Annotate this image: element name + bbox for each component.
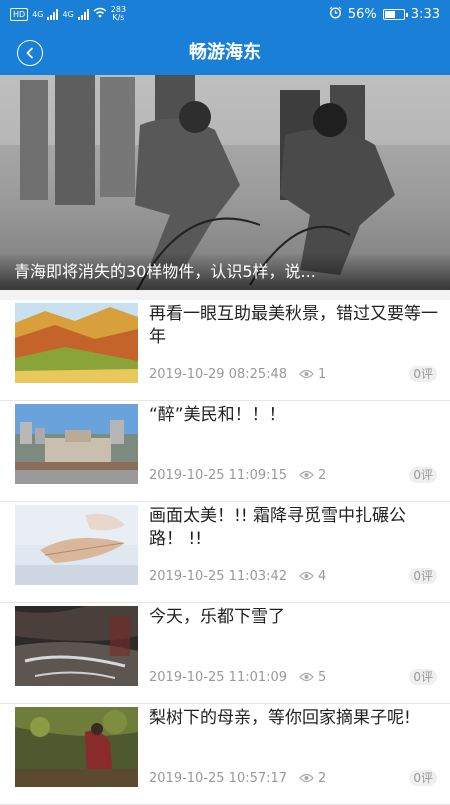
section-divider [0,290,450,300]
banner-caption: 青海即将消失的30样物件，认识5样，说... [14,262,316,281]
article-thumbnail [15,606,138,686]
signal-icon [47,8,59,20]
signal-icon [77,8,89,20]
article-meta: 2019-10-25 11:09:15 2 0评 [149,466,437,484]
view-count: 4 [318,568,327,584]
article-meta: 2019-10-25 10:57:17 2 0评 [149,769,437,787]
network-speed: 283 K/s [111,6,126,22]
status-bar-left: HD 4G 4G 283 K/s [10,6,126,22]
article-item[interactable]: 画面太美！!! 霜降寻觅雪中扎碾公路！ !! 2019-10-25 11:03:… [0,502,450,603]
article-views: 5 [299,670,326,685]
clock: 3:33 [410,7,440,22]
speed-unit: K/s [112,13,125,22]
battery-level [384,11,395,18]
view-count: 2 [318,770,327,786]
article-meta: 2019-10-29 08:25:48 1 0评 [149,365,437,383]
article-item[interactable]: 今天，乐都下雪了 2019-10-25 11:01:09 5 0评 [0,603,450,704]
article-date: 2019-10-25 11:01:09 [149,669,288,685]
eye-icon [299,773,314,783]
article-title: 画面太美！!! 霜降寻觅雪中扎碾公路！ !! [149,506,407,549]
article-meta: 2019-10-25 11:01:09 5 0评 [149,668,437,686]
article-thumbnail [15,404,138,484]
page-title: 畅游海东 [189,42,261,63]
article-title: “醉”美民和！！！ [149,405,286,425]
article-title: 梨树下的母亲，等你回家摘果子呢! [149,708,411,728]
network-type-label: 4G [32,9,44,19]
network-type-label: 4G [62,9,74,19]
article-item[interactable]: 再看一眼互助最美秋景，错过又要等一年 2019-10-29 08:25:48 1… [0,300,450,401]
battery-icon [382,9,408,20]
nav-bar: 畅游海东 [0,30,450,75]
article-list: 再看一眼互助最美秋景，错过又要等一年 2019-10-29 08:25:48 1… [0,300,450,805]
chevron-left-icon [26,47,33,59]
status-bar-right: 56% 3:33 [329,6,440,23]
eye-icon [299,470,314,480]
banner-caption-overlay: 青海即将消失的30样物件，认识5样，说... [0,252,450,290]
article-item[interactable]: 梨树下的母亲，等你回家摘果子呢! 2019-10-25 10:57:17 2 0… [0,704,450,805]
article-date: 2019-10-29 08:25:48 [149,366,288,382]
view-count: 1 [318,366,327,382]
featured-banner[interactable]: 青海即将消失的30样物件，认识5样，说... [0,75,450,290]
article-thumbnail [15,505,138,585]
article-date: 2019-10-25 11:03:42 [149,568,288,584]
article-item[interactable]: “醉”美民和！！！ 2019-10-25 11:09:15 2 0评 [0,401,450,502]
eye-icon [299,571,314,581]
battery-percent: 56% [347,7,377,22]
comment-count: 0评 [409,366,437,382]
view-count: 5 [318,669,327,685]
view-count: 2 [318,467,327,483]
comment-count: 0评 [409,669,437,685]
article-date: 2019-10-25 11:09:15 [149,467,288,483]
article-title: 今天，乐都下雪了 [149,607,285,627]
article-views: 2 [299,468,326,483]
comment-count: 0评 [409,568,437,584]
article-views: 2 [299,771,326,786]
article-thumbnail [15,707,138,787]
alarm-icon [329,6,342,23]
back-button[interactable] [17,40,43,66]
article-thumbnail [15,303,138,383]
article-title: 再看一眼互助最美秋景，错过又要等一年 [149,304,438,347]
status-bar: HD 4G 4G 283 K/s 56% 3:33 [0,0,450,30]
eye-icon [299,672,314,682]
article-meta: 2019-10-25 11:03:42 4 0评 [149,567,437,585]
article-date: 2019-10-25 10:57:17 [149,770,288,786]
comment-count: 0评 [409,467,437,483]
wifi-icon [93,7,107,21]
eye-icon [299,369,314,379]
article-views: 1 [299,367,326,382]
comment-count: 0评 [409,770,437,786]
hd-badge: HD [10,7,29,21]
article-views: 4 [299,569,326,584]
